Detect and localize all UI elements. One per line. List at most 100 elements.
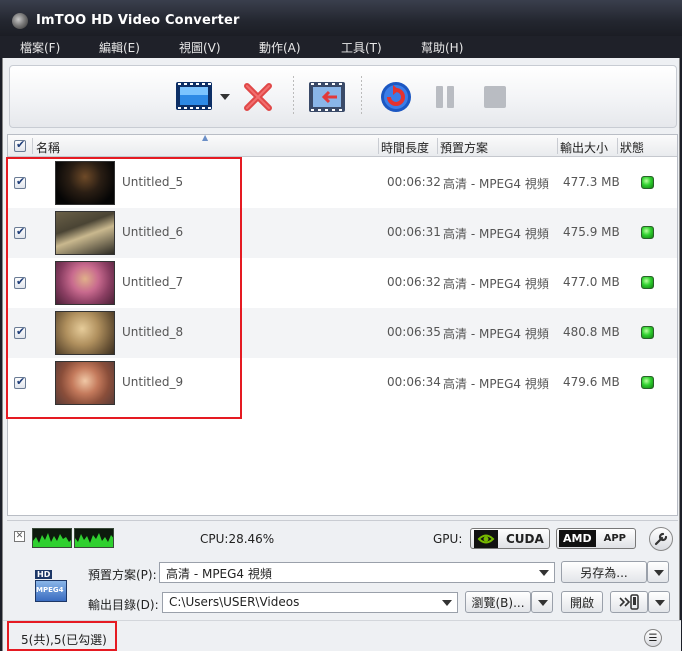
preset-select[interactable]: 高清 - MPEG4 視頻 — [159, 562, 555, 583]
save-as-dropdown[interactable] — [647, 561, 669, 583]
file-name: Untitled_8 — [122, 325, 184, 339]
table-row[interactable]: Untitled_5 00:06:32 高清 - MPEG4 視頻 477.3 … — [8, 158, 677, 208]
convert-button[interactable] — [378, 79, 414, 115]
sort-indicator-icon: ▲ — [202, 133, 209, 142]
save-as-button[interactable]: 另存為... — [561, 561, 647, 583]
file-name: Untitled_5 — [122, 175, 184, 189]
wrench-icon — [654, 532, 668, 546]
main-client: ▲ 名稱 時間長度 預置方案 輸出大小 狀態 Untitled_5 00:06:… — [2, 58, 681, 651]
file-duration: 00:06:32 — [387, 175, 441, 189]
list-header: ▲ 名稱 時間長度 預置方案 輸出大小 狀態 — [8, 133, 677, 157]
cpu-bar: ✕ CPU:28.46% GPU: CUDA AMD APP — [7, 520, 678, 554]
table-row[interactable]: Untitled_9 00:06:34 高清 - MPEG4 視頻 479.6 … — [8, 358, 677, 408]
column-size[interactable]: 輸出大小 — [560, 139, 608, 156]
column-preset[interactable]: 預置方案 — [440, 139, 488, 156]
menu-file[interactable]: 檔案(F) — [20, 39, 60, 56]
device-transfer-button[interactable] — [610, 591, 648, 613]
file-name: Untitled_6 — [122, 225, 184, 239]
open-folder-button[interactable]: 開啟 — [561, 591, 603, 613]
video-thumbnail — [55, 311, 115, 355]
stop-button[interactable] — [480, 79, 510, 115]
nvidia-logo-icon — [474, 529, 498, 548]
log-button[interactable]: ☰ — [644, 629, 662, 647]
app-logo-icon — [12, 13, 28, 29]
file-preset[interactable]: 高清 - MPEG4 視頻 — [443, 325, 549, 342]
convert-icon — [381, 82, 411, 112]
table-row[interactable]: Untitled_8 00:06:35 高清 - MPEG4 視頻 480.8 … — [8, 308, 677, 358]
file-duration: 00:06:34 — [387, 375, 441, 389]
device-dropdown[interactable] — [648, 591, 670, 613]
file-duration: 00:06:35 — [387, 325, 441, 339]
video-thumbnail — [55, 361, 115, 405]
delete-button[interactable] — [242, 79, 274, 115]
menu-tools[interactable]: 工具(T) — [341, 39, 382, 56]
menu-help[interactable]: 幫助(H) — [421, 39, 463, 56]
gpu-label: GPU: — [433, 532, 463, 546]
table-row[interactable]: Untitled_6 00:06:31 高清 - MPEG4 視頻 475.9 … — [8, 208, 677, 258]
chevron-down-icon — [442, 600, 452, 606]
column-divider — [437, 138, 438, 154]
status-bar: 5(共),5(已勾選) ☰ — [3, 620, 681, 651]
window-title: ImTOO HD Video Converter — [36, 13, 240, 28]
log-icon: ☰ — [648, 632, 658, 644]
column-status[interactable]: 狀態 — [620, 139, 644, 156]
file-preset[interactable]: 高清 - MPEG4 視頻 — [443, 175, 549, 192]
column-divider — [378, 138, 379, 154]
status-ready-icon — [641, 226, 654, 239]
menu-edit[interactable]: 編輯(E) — [99, 39, 140, 56]
add-video-button[interactable] — [174, 79, 234, 115]
browse-button[interactable]: 瀏覽(B)... — [465, 591, 531, 613]
cuda-button[interactable]: CUDA — [470, 528, 550, 549]
browse-label: 瀏覽(B)... — [471, 595, 525, 610]
column-duration[interactable]: 時間長度 — [381, 139, 429, 156]
status-ready-icon — [641, 276, 654, 289]
cpu-graph — [32, 528, 72, 548]
row-checkbox[interactable] — [14, 375, 26, 389]
pause-icon — [436, 86, 454, 108]
film-add-icon — [176, 82, 230, 110]
menu-view[interactable]: 視圖(V) — [179, 39, 221, 56]
output-path-input[interactable]: C:\Users\USER\Videos — [162, 592, 458, 613]
column-divider — [32, 138, 33, 154]
pause-button[interactable] — [430, 79, 460, 115]
format-badge-label: MPEG4 — [36, 586, 64, 594]
cpu-graph — [74, 528, 114, 548]
column-divider — [557, 138, 558, 154]
select-all-checkbox[interactable] — [14, 138, 26, 152]
menu-action[interactable]: 動作(A) — [259, 39, 301, 56]
file-name: Untitled_7 — [122, 275, 184, 289]
status-ready-icon — [641, 376, 654, 389]
settings-button[interactable] — [649, 527, 673, 551]
output-label: 輸出目錄(D): — [88, 598, 159, 612]
title-bar: ImTOO HD Video Converter — [0, 0, 682, 36]
output-settings: HD MPEG4 預置方案(P): 高清 - MPEG4 視頻 另存為... 輸… — [7, 556, 678, 620]
status-ready-icon — [641, 176, 654, 189]
device-transfer-icon — [619, 594, 639, 610]
file-preset[interactable]: 高清 - MPEG4 視頻 — [443, 225, 549, 242]
output-path-value: C:\Users\USER\Videos — [169, 595, 300, 609]
red-x-icon — [244, 83, 272, 111]
file-preset[interactable]: 高清 - MPEG4 視頻 — [443, 375, 549, 392]
row-checkbox[interactable] — [14, 175, 26, 189]
column-name[interactable]: 名稱 — [36, 139, 60, 156]
file-size: 479.6 MB — [563, 375, 620, 389]
table-row[interactable]: Untitled_7 00:06:32 高清 - MPEG4 視頻 477.0 … — [8, 258, 677, 308]
row-checkbox[interactable] — [14, 225, 26, 239]
amd-app-button[interactable]: AMD APP — [556, 528, 636, 549]
row-checkbox[interactable] — [14, 275, 26, 289]
cuda-label: CUDA — [506, 531, 544, 546]
file-name: Untitled_9 — [122, 375, 184, 389]
preset-value: 高清 - MPEG4 視頻 — [166, 567, 272, 581]
hd-icon: HD — [35, 570, 53, 579]
format-badge: HD MPEG4 — [35, 570, 67, 604]
column-divider — [617, 138, 618, 154]
row-checkbox[interactable] — [14, 325, 26, 339]
file-preset[interactable]: 高清 - MPEG4 視頻 — [443, 275, 549, 292]
preset-label: 預置方案(P): — [88, 568, 157, 582]
clip-button[interactable] — [306, 79, 348, 115]
collapse-icon[interactable]: ✕ — [14, 531, 25, 542]
cpu-usage: CPU:28.46% — [200, 532, 275, 546]
file-duration: 00:06:32 — [387, 275, 441, 289]
browse-dropdown[interactable] — [531, 591, 553, 613]
file-size: 480.8 MB — [563, 325, 620, 339]
